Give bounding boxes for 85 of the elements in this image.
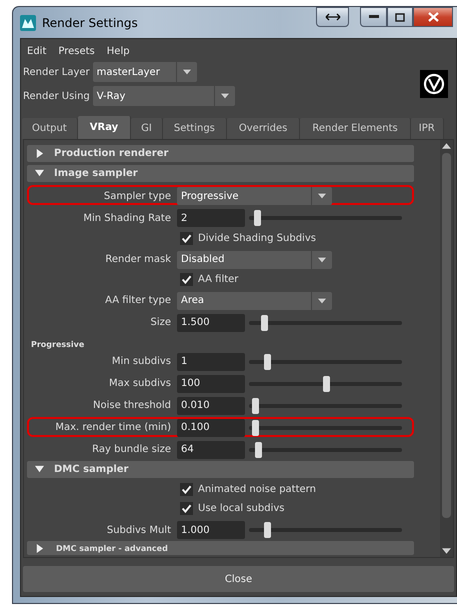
collapse-icon: [35, 169, 44, 178]
input-field[interactable]: 1.000: [177, 521, 245, 540]
dropdown[interactable]: Area: [177, 292, 332, 310]
menu-item[interactable]: Help: [106, 46, 130, 56]
dropdown[interactable]: Progressive: [177, 187, 332, 206]
section-title: DMC sampler - advanced: [56, 544, 168, 553]
checkbox-label: Use local subdivs: [198, 503, 284, 514]
section-header[interactable]: Production renderer: [27, 145, 414, 162]
field-label: AA filter type: [104, 295, 171, 306]
checkbox[interactable]: [180, 502, 193, 516]
input-field[interactable]: 64: [177, 440, 245, 459]
tab[interactable]: VRay: [78, 116, 132, 139]
tab[interactable]: GI: [131, 118, 163, 139]
field-label: Size: [149, 317, 171, 328]
scroll-up-icon[interactable]: [442, 143, 451, 149]
field-label: Sampler type: [102, 190, 171, 202]
maximize-button[interactable]: [387, 7, 413, 27]
caret-icon: [220, 92, 229, 100]
slider-thumb[interactable]: [261, 314, 268, 331]
input-field[interactable]: 2: [177, 209, 245, 228]
tab[interactable]: IPR: [410, 118, 444, 139]
dropdown[interactable]: Disabled: [177, 250, 332, 269]
input-field[interactable]: 0.100: [177, 418, 245, 437]
logo-icon: [420, 70, 448, 98]
window-title: Render Settings: [42, 16, 139, 30]
tab[interactable]: Overrides: [226, 118, 300, 139]
caret-icon: [318, 256, 326, 264]
caret-icon: [182, 68, 191, 76]
tab[interactable]: Render Elements: [300, 118, 411, 139]
slider-thumb[interactable]: [322, 376, 330, 392]
field-label: Render Layer: [23, 66, 90, 78]
slider-thumb[interactable]: [254, 210, 261, 226]
dropdown[interactable]: masterLayer: [92, 62, 197, 82]
caret-icon: [318, 296, 326, 305]
double-arrow-icon: [324, 13, 340, 21]
field-label: Ray bundle size: [91, 444, 171, 456]
group-heading: Progressive: [30, 338, 86, 350]
checkbox[interactable]: [180, 483, 193, 496]
collapse-icon: [35, 464, 44, 474]
minimize-icon: [368, 15, 378, 19]
scrollbar[interactable]: [440, 140, 453, 557]
checkbox-label: Divide Shading Subdivs: [198, 232, 316, 244]
checkbox[interactable]: [180, 272, 193, 286]
caret-icon: [318, 192, 326, 200]
field-label: Render mask: [104, 254, 171, 266]
input-field[interactable]: 0.010: [177, 396, 245, 415]
menu-item[interactable]: Edit: [27, 46, 46, 56]
close-button[interactable]: [413, 7, 453, 27]
field-label: Subdivs Mult: [106, 524, 171, 536]
tab[interactable]: Output: [22, 118, 78, 139]
field-label: Max. render time (min): [54, 422, 171, 434]
scroll-down-icon[interactable]: [442, 548, 451, 554]
expand-icon: [35, 544, 44, 553]
section-title: Image sampler: [54, 168, 138, 180]
section-title: Production renderer: [54, 148, 168, 160]
checkbox-label: Animated noise pattern: [198, 484, 316, 496]
close-button[interactable]: Close: [23, 566, 454, 592]
field-label: Min subdivs: [110, 356, 171, 368]
dock-button[interactable]: [316, 7, 349, 27]
tab[interactable]: Settings: [162, 118, 227, 139]
slider-thumb[interactable]: [252, 398, 260, 414]
slider-thumb[interactable]: [264, 522, 272, 538]
section-header[interactable]: DMC sampler - advanced: [27, 541, 414, 555]
field-label: Max subdivs: [108, 378, 171, 390]
section-header[interactable]: DMC sampler: [27, 460, 414, 478]
minimize-button[interactable]: [360, 7, 387, 27]
input-field[interactable]: 1: [177, 352, 245, 371]
maximize-icon: [395, 12, 405, 22]
menu-item[interactable]: Presets: [58, 46, 95, 56]
slider-thumb[interactable]: [264, 354, 272, 370]
section-header[interactable]: Image sampler: [27, 165, 414, 182]
close-icon: [428, 12, 438, 22]
checkbox-label: AA filter: [198, 274, 238, 285]
slider-thumb[interactable]: [255, 442, 262, 458]
input-field[interactable]: 100: [177, 374, 245, 393]
field-label: Noise threshold: [92, 400, 171, 412]
app-icon: [20, 14, 36, 30]
field-label: Render Using: [23, 90, 90, 102]
field-label: Min Shading Rate: [82, 212, 171, 224]
expand-icon: [35, 149, 44, 158]
input-field[interactable]: 1.500: [177, 314, 245, 332]
slider-thumb[interactable]: [252, 420, 260, 436]
dropdown[interactable]: V-Ray: [92, 86, 235, 106]
checkbox[interactable]: [180, 232, 193, 244]
section-title: DMC sampler: [54, 464, 128, 475]
